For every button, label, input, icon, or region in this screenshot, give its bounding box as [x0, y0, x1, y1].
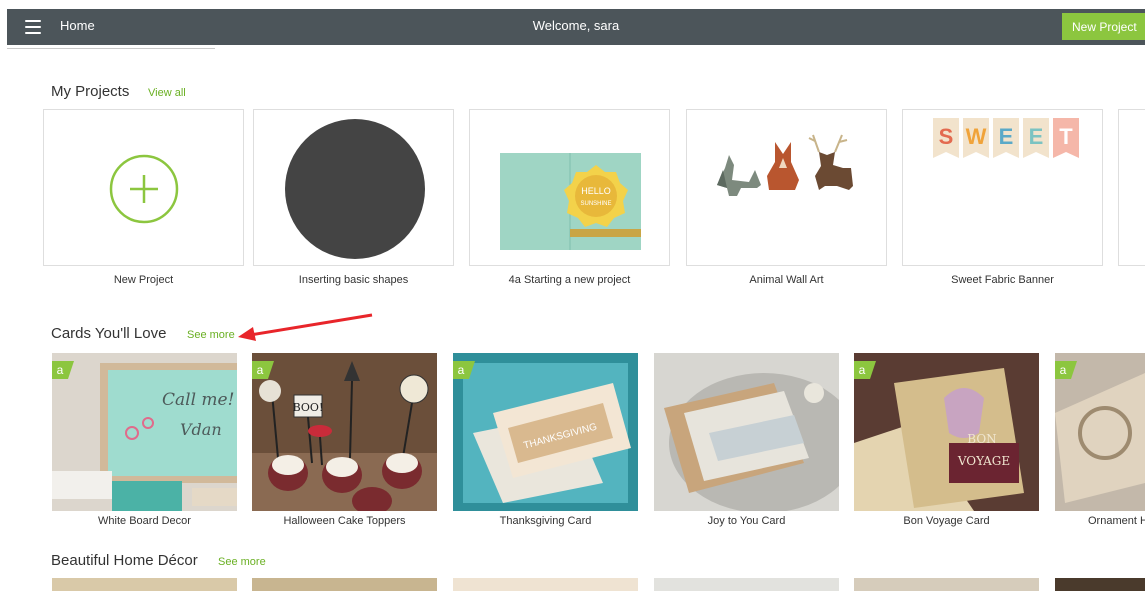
plus-circle-icon: [109, 154, 179, 224]
tile-image: THANKSGIVING: [453, 353, 638, 511]
card-label: Ornament H: [1088, 515, 1145, 527]
project-label: Animal Wall Art: [749, 274, 824, 286]
home-decor-tile[interactable]: [52, 578, 237, 591]
svg-text:a: a: [1060, 363, 1067, 377]
project-card-partial[interactable]: [1118, 109, 1145, 266]
banner-letter: E: [999, 124, 1014, 149]
project-thumbnail: HELLO SUNSHINE: [500, 153, 641, 250]
new-project-card[interactable]: [43, 109, 244, 266]
svg-text:a: a: [257, 363, 264, 377]
sunshine-text: SUNSHINE: [580, 201, 611, 207]
card-label: White Board Decor: [98, 515, 191, 527]
new-project-button[interactable]: New Project: [1062, 13, 1145, 40]
project-card-starting-new[interactable]: HELLO SUNSHINE: [469, 109, 670, 266]
access-badge-icon: a: [1055, 361, 1077, 379]
card-tile-thanksgiving[interactable]: THANKSGIVING a: [453, 353, 638, 511]
cards-see-more-link[interactable]: See more: [187, 329, 235, 341]
home-decor-see-more-link[interactable]: See more: [218, 556, 266, 568]
annotation-arrow-icon: [238, 313, 373, 341]
boo-text: BOO!: [293, 401, 324, 414]
bon-text: BON: [967, 432, 996, 446]
top-bar: Home Welcome, sara New Project: [7, 9, 1145, 45]
card-label: Halloween Cake Toppers: [283, 515, 406, 527]
access-badge-icon: a: [453, 361, 475, 379]
banner-letter: S: [939, 124, 954, 149]
tile-image: Call me! Vdan: [52, 353, 237, 511]
my-projects-title: My Projects: [51, 83, 130, 100]
svg-text:a: a: [57, 363, 64, 377]
welcome-text: Welcome, sara: [532, 18, 620, 33]
banner-letter: E: [1029, 124, 1044, 149]
card-tile-halloween[interactable]: BOO! a: [252, 353, 437, 511]
tile-image: [654, 353, 839, 511]
card-tile-bon-voyage[interactable]: BON VOYAGE a: [854, 353, 1039, 511]
card-tile-joy-to-you[interactable]: [654, 353, 839, 511]
banner-letter: W: [966, 124, 987, 149]
card-label: Joy to You Card: [707, 515, 786, 527]
project-thumbnail: [717, 134, 853, 196]
project-label: 4a Starting a new project: [508, 274, 631, 286]
card-tile-ornament[interactable]: a: [1055, 353, 1145, 511]
project-card-basic-shapes[interactable]: [253, 109, 454, 266]
project-label: New Project: [113, 274, 174, 286]
voyage-text: VOYAGE: [957, 454, 1010, 468]
access-badge-icon: a: [252, 361, 274, 379]
project-label: Sweet Fabric Banner: [951, 274, 1054, 286]
project-thumbnail: S W E E T: [933, 118, 1079, 158]
project-card-sweet-banner[interactable]: S W E E T: [902, 109, 1103, 266]
svg-text:a: a: [458, 363, 465, 377]
hello-text: HELLO: [581, 186, 611, 196]
project-thumbnail: [285, 119, 425, 259]
project-label: Inserting basic shapes: [298, 274, 409, 286]
home-decor-tile[interactable]: [453, 578, 638, 591]
banner-letter: T: [1059, 124, 1073, 149]
project-card-animal-wall-art[interactable]: [686, 109, 887, 266]
home-decor-tile[interactable]: [854, 578, 1039, 591]
card-tile-white-board[interactable]: Call me! Vdan a: [52, 353, 237, 511]
home-decor-tile[interactable]: [1055, 578, 1145, 591]
home-decor-tile[interactable]: [252, 578, 437, 591]
tile-image: BOO!: [252, 353, 437, 511]
view-all-link[interactable]: View all: [148, 87, 186, 99]
svg-text:Vdan: Vdan: [180, 420, 222, 439]
cards-section-title: Cards You'll Love: [51, 325, 167, 342]
home-decor-tile[interactable]: [654, 578, 839, 591]
nav-underline: [7, 48, 215, 49]
whiteboard-text: Call me!: [162, 390, 234, 410]
access-badge-icon: a: [854, 361, 876, 379]
card-label: Thanksgiving Card: [499, 515, 592, 527]
tile-image: BON VOYAGE: [854, 353, 1039, 511]
svg-text:a: a: [859, 363, 866, 377]
card-label: Bon Voyage Card: [903, 515, 990, 527]
access-badge-icon: a: [52, 361, 74, 379]
home-decor-title: Beautiful Home Décor: [51, 552, 198, 569]
